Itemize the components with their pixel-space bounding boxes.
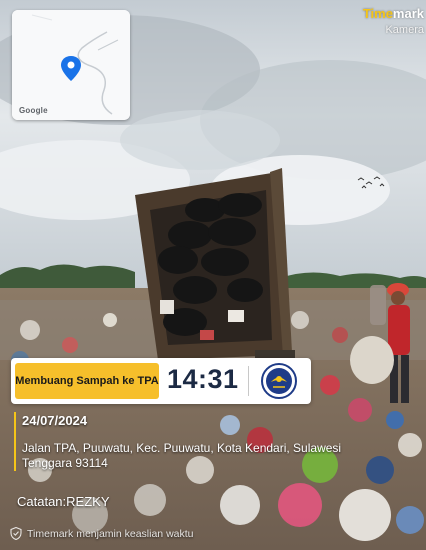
activity-chip: Membuang Sampah ke TPA <box>15 363 159 399</box>
shield-check-icon <box>10 527 22 540</box>
map-provider-logo: Google <box>19 106 48 115</box>
app-watermark-title: Timemark <box>362 6 424 21</box>
landfill-photo: Google Timemark Kamera Membuang Sampah k… <box>0 0 426 550</box>
note-text: Catatan:REZKY <box>17 494 110 509</box>
app-watermark: Timemark Kamera <box>363 6 424 38</box>
activity-label: Membuang Sampah ke TPA <box>15 375 159 387</box>
map-graphic <box>12 10 130 120</box>
date-text: 24/07/2024 <box>22 413 88 428</box>
stamp-divider <box>248 366 249 396</box>
timestamp-banner: Membuang Sampah ke TPA 14:31 <box>11 358 311 404</box>
photo-details: 24/07/2024 Jalan TPA, Puuwatu, Kec. Puuw… <box>14 412 352 471</box>
app-watermark-subtitle: Kamera <box>385 24 424 36</box>
dump-truck <box>135 168 295 372</box>
location-map[interactable]: Google <box>12 10 130 120</box>
time-display: 14:31 <box>167 364 239 394</box>
government-emblem-icon <box>259 361 299 406</box>
authenticity-footer: Timemark menjamin keaslian waktu <box>10 527 194 540</box>
authenticity-text: Timemark menjamin keaslian waktu <box>27 527 194 540</box>
address-text: Jalan TPA, Puuwatu, Kec. Puuwatu, Kota K… <box>22 441 342 470</box>
